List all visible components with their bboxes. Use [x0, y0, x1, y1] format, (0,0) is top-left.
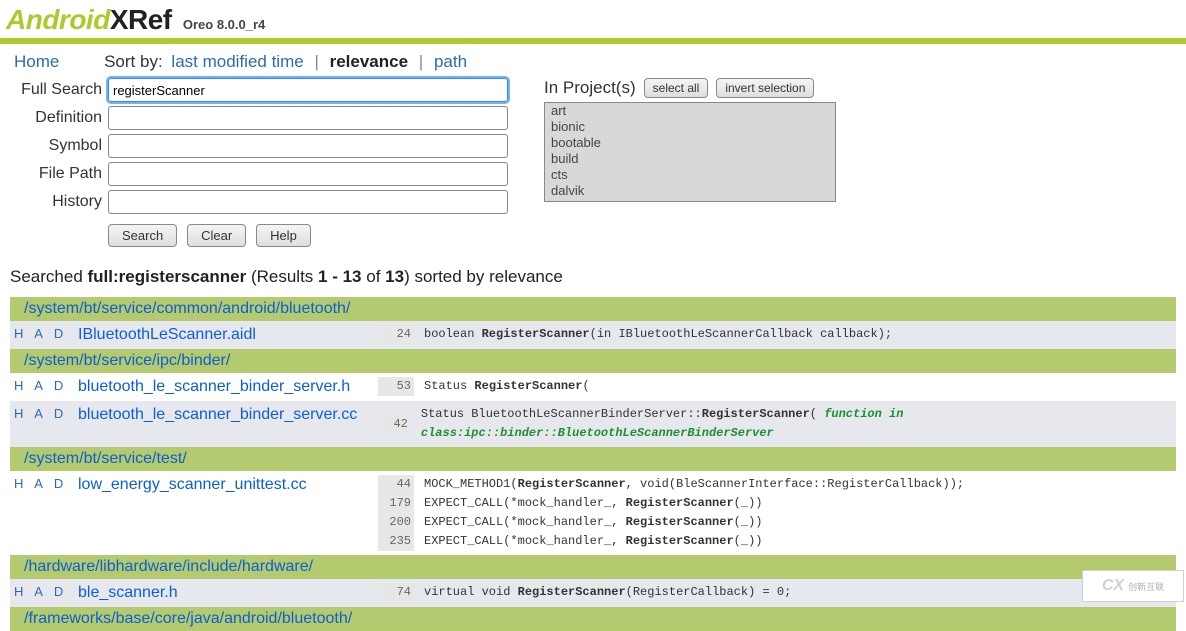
sort-last-modified[interactable]: last modified time: [171, 52, 303, 71]
code-snippet: Status BluetoothLeScannerBinderServer::R…: [421, 405, 1176, 443]
search-button[interactable]: Search: [108, 224, 177, 247]
label-full-search: Full Search: [12, 81, 102, 99]
hit-line[interactable]: 74 virtual void RegisterScanner(RegisterC…: [378, 583, 1176, 602]
hits: 74 virtual void RegisterScanner(RegisterC…: [378, 579, 1176, 606]
dir-header: /system/bt/service/test/: [10, 447, 1176, 471]
file-name: bluetooth_le_scanner_binder_server.cc: [78, 401, 378, 429]
label-definition: Definition: [12, 109, 102, 127]
hits: 53 Status RegisterScanner(: [378, 373, 1176, 400]
code-snippet: EXPECT_CALL(*mock_handler_, RegisterScan…: [424, 494, 762, 513]
line-number: 53: [378, 377, 414, 396]
search-form: Full Search Definition Symbol File Path …: [0, 78, 1186, 255]
logo-xref: XRef: [110, 4, 172, 35]
file-link[interactable]: bluetooth_le_scanner_binder_server.cc: [78, 406, 357, 423]
home-link[interactable]: Home: [14, 52, 59, 71]
hit-line[interactable]: 179 EXPECT_CALL(*mock_handler_, RegisterS…: [378, 494, 1176, 513]
in-projects-label: In Project(s): [544, 78, 636, 98]
file-row: H A Dbluetooth_le_scanner_binder_server.…: [10, 401, 1176, 447]
hit-line[interactable]: 24 boolean RegisterScanner(in IBluetoothL…: [378, 325, 1176, 344]
sort-relevance: relevance: [330, 52, 408, 71]
code-snippet: Status RegisterScanner(: [424, 377, 590, 396]
label-filepath: File Path: [12, 165, 102, 183]
history-input[interactable]: [108, 190, 508, 214]
dir-header: /hardware/libhardware/include/hardware/: [10, 555, 1176, 579]
code-snippet: virtual void RegisterScanner(RegisterCal…: [424, 583, 791, 602]
sort-path[interactable]: path: [434, 52, 467, 71]
project-option[interactable]: art: [545, 103, 835, 119]
line-number: 44: [378, 475, 414, 494]
full-search-input[interactable]: [108, 78, 508, 102]
watermark-icon: CX: [1102, 577, 1124, 595]
hits: 42 Status BluetoothLeScannerBinderServer:…: [378, 401, 1176, 447]
file-name: bluetooth_le_scanner_binder_server.h: [78, 373, 378, 401]
hit-line[interactable]: 200 EXPECT_CALL(*mock_handler_, RegisterS…: [378, 513, 1176, 532]
file-row: H A Dlow_energy_scanner_unittest.cc 44 MOC…: [10, 471, 1176, 555]
code-snippet: boolean RegisterScanner(in IBluetoothLeS…: [424, 325, 892, 344]
file-row: H A DIBluetoothLeScanner.aidl 24 boolean R…: [10, 321, 1176, 349]
had-links[interactable]: H A D: [10, 579, 78, 604]
project-option[interactable]: bootable: [545, 135, 835, 151]
symbol-input[interactable]: [108, 134, 508, 158]
topbar: Home Sort by: last modified time | relev…: [0, 44, 1186, 78]
help-button[interactable]: Help: [256, 224, 311, 247]
dir-link[interactable]: /hardware/libhardware/include/hardware/: [24, 558, 313, 575]
logo-android: Android: [6, 4, 110, 35]
line-number: 42: [378, 415, 411, 434]
dir-header: /frameworks/base/core/java/android/bluet…: [10, 607, 1176, 631]
code-snippet: EXPECT_CALL(*mock_handler_, RegisterScan…: [424, 532, 762, 551]
filepath-input[interactable]: [108, 162, 508, 186]
file-link[interactable]: ble_scanner.h: [78, 584, 178, 601]
hit-line[interactable]: 235 EXPECT_CALL(*mock_handler_, RegisterS…: [378, 532, 1176, 551]
dir-header: /system/bt/service/ipc/binder/: [10, 349, 1176, 373]
project-list[interactable]: artbionicbootablebuildctsdalvik: [544, 102, 836, 202]
dir-link[interactable]: /system/bt/service/ipc/binder/: [24, 352, 230, 369]
file-name: IBluetoothLeScanner.aidl: [78, 321, 378, 349]
dir-link[interactable]: /system/bt/service/test/: [24, 450, 187, 467]
file-name: low_energy_scanner_unittest.cc: [78, 471, 378, 499]
watermark: CX 创新互联: [1082, 570, 1184, 602]
hits: 24 boolean RegisterScanner(in IBluetoothL…: [378, 321, 1176, 348]
project-option[interactable]: cts: [545, 167, 835, 183]
file-link[interactable]: bluetooth_le_scanner_binder_server.h: [78, 378, 350, 395]
dir-link[interactable]: /frameworks/base/core/java/android/bluet…: [24, 610, 352, 627]
file-name: ble_scanner.h: [78, 579, 378, 607]
version-label: Oreo 8.0.0_r4: [183, 17, 265, 32]
project-option[interactable]: build: [545, 151, 835, 167]
file-link[interactable]: IBluetoothLeScanner.aidl: [78, 326, 256, 343]
file-row: H A Dble_scanner.h 74 virtual void Registe…: [10, 579, 1176, 607]
logo[interactable]: AndroidXRef: [6, 4, 179, 35]
line-number: 235: [378, 532, 414, 551]
line-number: 200: [378, 513, 414, 532]
sortby-label: Sort by:: [104, 52, 163, 71]
hits: 44 MOCK_METHOD1(RegisterScanner, void(Ble…: [378, 471, 1176, 555]
label-history: History: [12, 193, 102, 211]
watermark-text: 创新互联: [1128, 580, 1164, 593]
had-links[interactable]: H A D: [10, 321, 78, 346]
clear-button[interactable]: Clear: [187, 224, 246, 247]
file-link[interactable]: low_energy_scanner_unittest.cc: [78, 476, 307, 493]
hit-line[interactable]: 53 Status RegisterScanner(: [378, 377, 1176, 396]
file-row: H A Dbluetooth_le_scanner_binder_server.…: [10, 373, 1176, 401]
hit-line[interactable]: 44 MOCK_METHOD1(RegisterScanner, void(Ble…: [378, 475, 1176, 494]
code-snippet: EXPECT_CALL(*mock_handler_, RegisterScan…: [424, 513, 762, 532]
definition-input[interactable]: [108, 106, 508, 130]
line-number: 74: [378, 583, 414, 602]
project-option[interactable]: bionic: [545, 119, 835, 135]
code-snippet: MOCK_METHOD1(RegisterScanner, void(BleSc…: [424, 475, 964, 494]
had-links[interactable]: H A D: [10, 373, 78, 398]
project-option[interactable]: dalvik: [545, 183, 835, 199]
hit-line[interactable]: 42 Status BluetoothLeScannerBinderServer:…: [378, 405, 1176, 443]
had-links[interactable]: H A D: [10, 471, 78, 496]
dir-header: /system/bt/service/common/android/blueto…: [10, 297, 1176, 321]
dir-link[interactable]: /system/bt/service/common/android/blueto…: [24, 300, 350, 317]
select-all-button[interactable]: select all: [644, 78, 709, 98]
line-number: 24: [378, 325, 414, 344]
results-summary: Searched full:registerscanner (Results 1…: [0, 255, 1186, 297]
line-number: 179: [378, 494, 414, 513]
results: /system/bt/service/common/android/blueto…: [0, 297, 1186, 631]
invert-selection-button[interactable]: invert selection: [716, 78, 814, 98]
had-links[interactable]: H A D: [10, 401, 78, 426]
header: AndroidXRef Oreo 8.0.0_r4: [0, 0, 1186, 44]
label-symbol: Symbol: [12, 137, 102, 155]
